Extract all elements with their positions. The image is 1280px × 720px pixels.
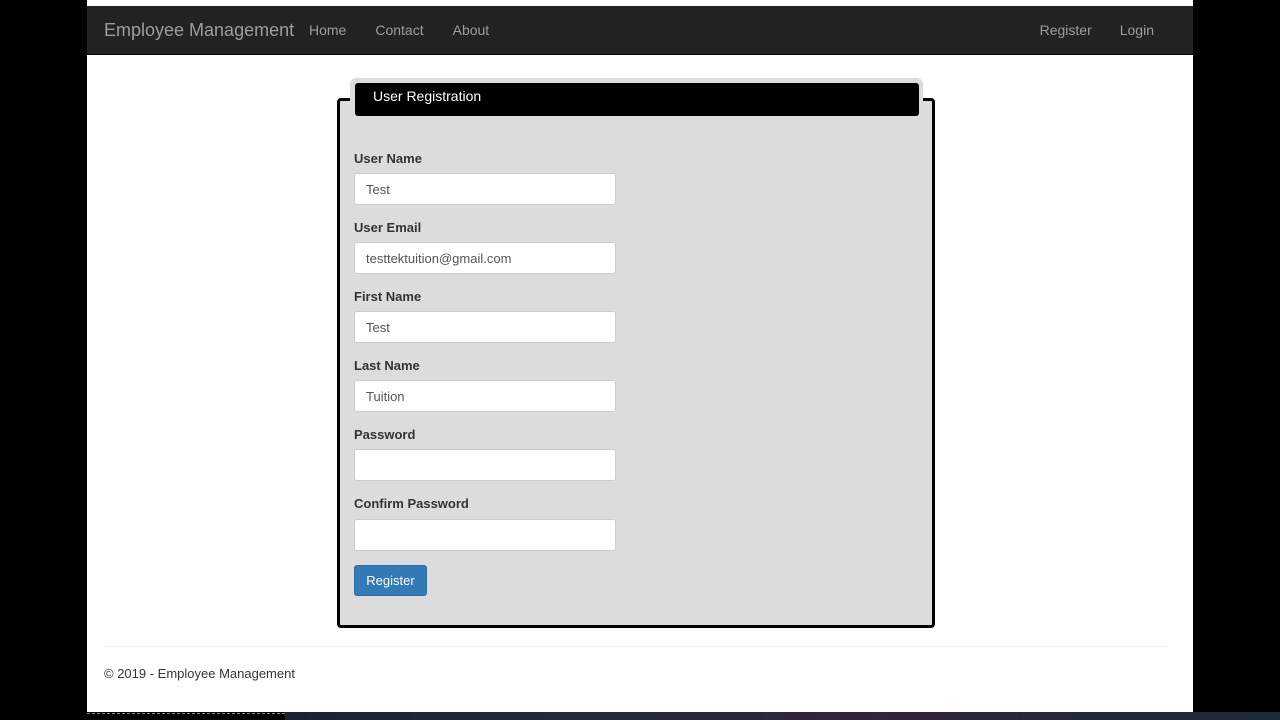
password-label: Password bbox=[354, 427, 416, 442]
first-name-input[interactable] bbox=[354, 311, 616, 343]
last-name-input[interactable] bbox=[354, 380, 616, 412]
nav-register-link[interactable]: Register bbox=[1040, 22, 1092, 38]
nav-home-link[interactable]: Home bbox=[309, 22, 346, 38]
nav-contact-link[interactable]: Contact bbox=[375, 22, 423, 38]
os-taskbar-strip bbox=[285, 712, 1280, 720]
confirm-password-label: Confirm Password bbox=[354, 496, 469, 511]
user-email-label: User Email bbox=[354, 220, 422, 235]
footer-copyright: © 2019 - Employee Management bbox=[104, 666, 295, 681]
window-bottom-edge bbox=[87, 713, 285, 714]
nav-about-link[interactable]: About bbox=[453, 22, 490, 38]
page: Employee Management Home Contact About R… bbox=[87, 0, 1193, 712]
confirm-password-input[interactable] bbox=[354, 519, 616, 551]
nav-left: Home Contact About bbox=[309, 22, 518, 38]
user-email-input[interactable] bbox=[354, 242, 616, 274]
register-button[interactable]: Register bbox=[354, 565, 427, 596]
user-name-label: User Name bbox=[354, 151, 422, 166]
footer-divider bbox=[104, 646, 1168, 647]
first-name-label: First Name bbox=[354, 289, 422, 304]
nav-login-link[interactable]: Login bbox=[1120, 22, 1154, 38]
navbar: Employee Management Home Contact About R… bbox=[87, 6, 1193, 55]
nav-right: Register Login bbox=[1012, 22, 1154, 38]
user-name-input[interactable] bbox=[354, 173, 616, 205]
brand-link[interactable]: Employee Management bbox=[104, 20, 294, 41]
password-input[interactable] bbox=[354, 449, 616, 481]
form-legend: User Registration bbox=[355, 83, 919, 116]
last-name-label: Last Name bbox=[354, 358, 420, 373]
